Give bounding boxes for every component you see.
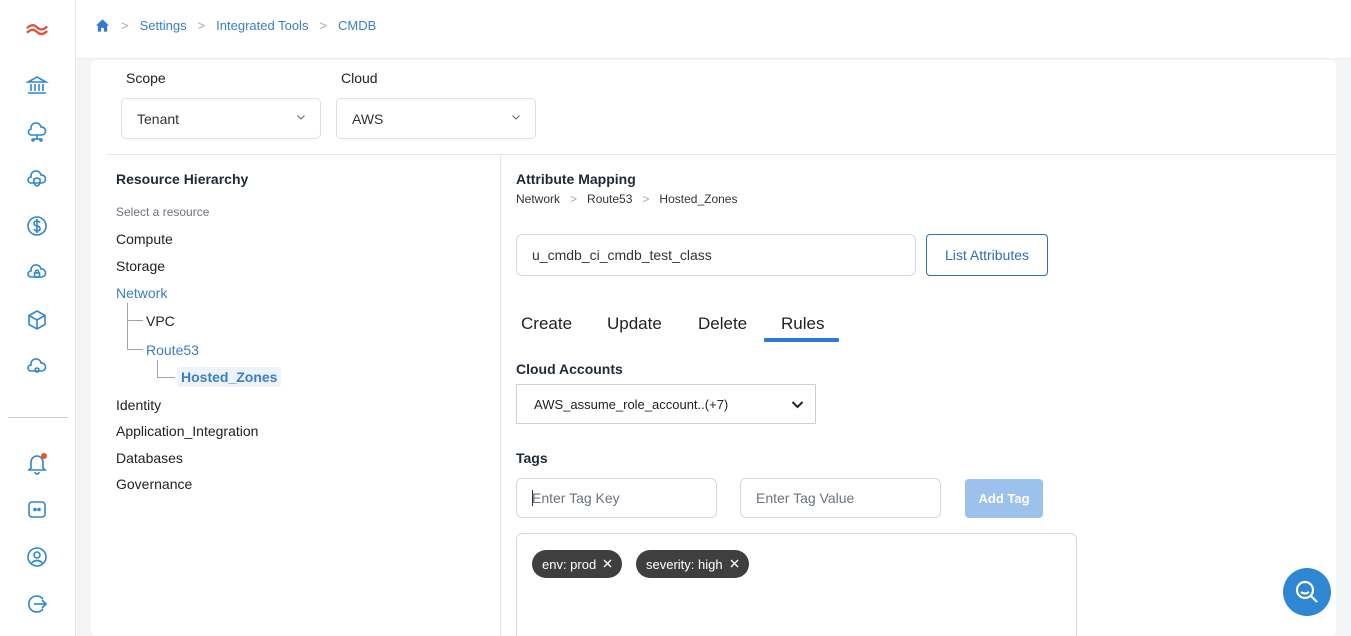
attribute-mapping-path: Network > Route53 > Hosted_Zones (516, 192, 737, 206)
tree-item-vpc[interactable]: VPC (146, 313, 175, 329)
cloud-network-icon[interactable] (24, 119, 50, 145)
user-icon[interactable] (24, 544, 50, 570)
cloud-label: Cloud (341, 70, 378, 86)
tab-delete[interactable]: Delete (698, 314, 747, 334)
tree-item-network[interactable]: Network (116, 285, 167, 301)
tree-item-databases[interactable]: Databases (116, 450, 183, 466)
path-hosted-zones: Hosted_Zones (659, 192, 738, 206)
dollar-icon[interactable] (24, 213, 50, 239)
class-name-value: u_cmdb_ci_cmdb_test_class (532, 247, 712, 263)
close-icon[interactable] (602, 558, 613, 569)
breadcrumb-cmdb[interactable]: CMDB (338, 18, 376, 33)
cloud-value: AWS (352, 110, 384, 127)
chat-icon[interactable] (24, 497, 50, 523)
breadcrumb-integrated-tools[interactable]: Integrated Tools (216, 18, 308, 33)
tree-item-compute[interactable]: Compute (116, 231, 173, 247)
tab-create[interactable]: Create (521, 314, 572, 334)
scope-value: Tenant (137, 110, 180, 127)
horizontal-divider (107, 154, 1336, 155)
list-attributes-button[interactable]: List Attributes (926, 234, 1048, 276)
tab-rules[interactable]: Rules (781, 314, 824, 334)
tag-value-input[interactable]: Enter Tag Value (740, 478, 941, 518)
cube-icon[interactable] (24, 307, 50, 333)
vertical-divider (500, 154, 501, 636)
tree-item-application-integration[interactable]: Application_Integration (116, 423, 258, 439)
class-name-input[interactable]: u_cmdb_ci_cmdb_test_class (516, 234, 916, 276)
scope-select[interactable]: Tenant (121, 98, 321, 139)
path-route53: Route53 (587, 192, 633, 206)
cloud-select[interactable]: AWS (336, 98, 536, 139)
tree-item-hosted-zones[interactable]: Hosted_Zones (177, 367, 282, 387)
cloud-accounts-value: AWS_assume_role_account..(+7) (534, 396, 729, 412)
tree-connector (157, 360, 175, 378)
chevron-right-icon: > (197, 18, 206, 33)
active-tab-indicator (764, 338, 839, 342)
text-cursor (532, 490, 533, 506)
cloud-shield-icon[interactable] (24, 166, 50, 192)
tree-item-identity[interactable]: Identity (116, 397, 161, 413)
home-icon[interactable] (95, 18, 110, 33)
tags-label: Tags (516, 450, 548, 466)
tree-item-route53[interactable]: Route53 (146, 342, 199, 358)
chevron-down-icon (791, 401, 804, 409)
tag-chip-label: severity: high (646, 556, 723, 572)
close-icon[interactable] (729, 558, 740, 569)
cloud-accounts-dropdown[interactable]: AWS_assume_role_account..(+7) (516, 384, 816, 424)
tree-connector (127, 321, 143, 350)
logo-icon[interactable] (24, 18, 50, 44)
bell-icon[interactable] (24, 450, 50, 476)
cloud-gear-icon[interactable] (24, 354, 50, 380)
chevron-right-icon: > (570, 192, 578, 206)
chevron-right-icon: > (319, 18, 328, 33)
help-search-button[interactable] (1283, 568, 1331, 616)
chevron-down-icon (297, 115, 305, 120)
resource-hierarchy-title: Resource Hierarchy (116, 171, 249, 187)
tab-update[interactable]: Update (607, 314, 662, 334)
tag-chip: severity: high (636, 550, 749, 578)
main-card: Scope Tenant Cloud AWS Resource Hierarch… (91, 60, 1336, 636)
top-bar: > Settings > Integrated Tools > CMDB (76, 0, 1351, 59)
breadcrumb-settings[interactable]: Settings (140, 18, 187, 33)
chevron-down-icon (512, 115, 520, 120)
tag-chip-label: env: prod (542, 556, 597, 572)
chevron-right-icon: > (121, 18, 129, 33)
tag-list: env: prod severity: high (516, 533, 1077, 636)
tag-key-placeholder: Enter Tag Key (532, 490, 620, 506)
tree-connector (127, 303, 143, 321)
add-tag-button[interactable]: Add Tag (965, 479, 1043, 518)
tag-key-input[interactable]: Enter Tag Key (516, 478, 717, 518)
chevron-right-icon: > (642, 192, 650, 206)
bank-icon[interactable] (24, 72, 50, 98)
tree-item-storage[interactable]: Storage (116, 258, 165, 274)
cloud-lock-icon[interactable] (24, 260, 50, 286)
tag-value-placeholder: Enter Tag Value (756, 490, 855, 506)
attribute-mapping-title: Attribute Mapping (516, 171, 636, 187)
tag-chip: env: prod (532, 550, 623, 578)
search-icon (1295, 580, 1318, 603)
tree-item-governance[interactable]: Governance (116, 476, 192, 492)
sidebar (0, 0, 76, 636)
logout-icon[interactable] (24, 591, 50, 617)
scope-label: Scope (126, 70, 166, 86)
sidebar-divider (8, 417, 68, 418)
path-network: Network (516, 192, 561, 206)
cloud-accounts-label: Cloud Accounts (516, 361, 623, 377)
resource-hierarchy-subtitle: Select a resource (116, 205, 210, 219)
breadcrumb: > Settings > Integrated Tools > CMDB (95, 18, 376, 33)
